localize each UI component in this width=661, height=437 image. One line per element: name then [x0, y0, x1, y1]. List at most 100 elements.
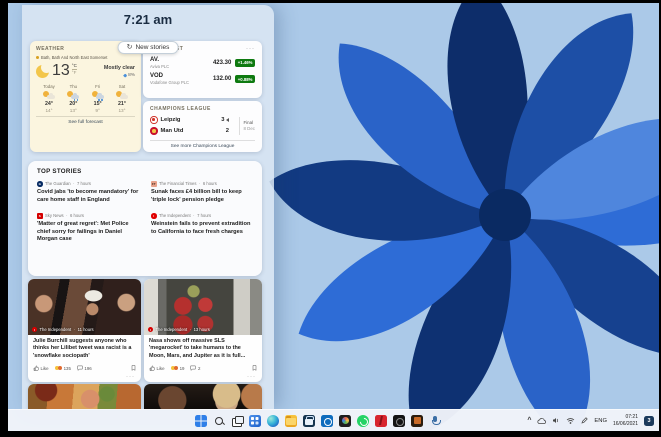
comment-bubble-icon	[77, 365, 83, 371]
current-temperature: 13	[52, 63, 70, 79]
refresh-icon: ↻	[127, 44, 133, 51]
unit-celsius[interactable]: °C	[72, 63, 77, 71]
volume-icon[interactable]	[552, 417, 560, 424]
story-source: The Financial Times	[159, 181, 196, 186]
new-stories-button[interactable]: ↻ New stories	[118, 41, 179, 54]
article-headline: Nasa shows off massive SLS 'megarocket' …	[144, 335, 262, 362]
news-card[interactable]: I The Independent · 11 hours Julie Burch…	[28, 279, 141, 382]
team-name: Man Utd	[161, 128, 184, 134]
bookmark-icon[interactable]	[252, 365, 257, 371]
independent-logo-icon: I	[32, 327, 37, 332]
forecast-row: Today 24° 14° Thu 20° 13° Fri 15° 9°	[36, 84, 135, 113]
team-score: 2	[226, 128, 229, 134]
article-image: I The Independent · 11 hours	[28, 279, 141, 335]
outlook-icon[interactable]	[321, 415, 333, 427]
like-button[interactable]: Like	[149, 365, 165, 371]
unit-fahrenheit[interactable]: °F	[72, 70, 77, 77]
story-item[interactable]: G The Guardian · 7 hours Covid jabs 'to …	[37, 181, 139, 204]
weather-location: Bath, Bath And North East Somerset	[41, 55, 107, 60]
onedrive-cloud-icon[interactable]	[537, 418, 546, 424]
news-card[interactable]: I The Independent · 13 hours Nasa shows …	[144, 279, 262, 382]
sports-title: CHAMPIONS LEAGUE	[150, 106, 255, 112]
system-tray: ^ ENG 07:21 16/06/2021 3	[527, 410, 654, 431]
news-card-partial[interactable]	[28, 384, 141, 409]
forecast-day[interactable]: Fri 15° 9°	[87, 84, 109, 113]
edge-browser-icon[interactable]	[267, 415, 279, 427]
forecast-day[interactable]: Thu 20° 13°	[62, 84, 84, 113]
clock-date[interactable]: 07:21 16/06/2021	[613, 414, 638, 428]
rain-drop-icon	[124, 73, 128, 77]
show-hidden-icons-chevron[interactable]: ^	[527, 417, 531, 424]
pen-icon[interactable]	[581, 417, 588, 424]
emoji-reactions-icon	[55, 366, 63, 371]
independent-logo-icon: I	[148, 327, 153, 332]
wifi-icon[interactable]	[566, 417, 575, 424]
emoji-reactions-icon	[171, 366, 179, 371]
news-card-partial[interactable]	[144, 384, 262, 409]
stock-name: Vodafone Group PLC	[150, 80, 189, 85]
winner-arrow-icon	[226, 118, 229, 122]
story-source: The Independent	[159, 213, 191, 218]
camera-app-icon[interactable]	[393, 415, 405, 427]
sun-showers-icon	[92, 91, 104, 100]
story-item[interactable]: S Sky News · 6 hours 'Matter of great re…	[37, 213, 139, 244]
taskbar: ^ ENG 07:21 16/06/2021 3	[8, 409, 659, 431]
stock-row[interactable]: VOD Vodafone Group PLC 132.00 +0.88%	[150, 73, 255, 85]
story-headline: Sunak faces £4 billion bill to keep 'tri…	[151, 189, 253, 204]
card-more-options-icon[interactable]: ···	[247, 375, 256, 380]
widgets-icon[interactable]	[249, 415, 261, 427]
forecast-day[interactable]: Today 24° 14°	[38, 84, 60, 113]
orange-app-icon[interactable]	[411, 415, 423, 427]
guardian-logo-icon: G	[37, 181, 43, 187]
sports-widget[interactable]: CHAMPIONS LEAGUE Leipzig 3 Man Utd 2 Fin…	[143, 101, 262, 152]
desktop: 7:21 am ↻ New stories WEATHER Bath, Bath…	[8, 3, 659, 431]
voice-typing-icon[interactable]	[429, 415, 441, 427]
leipzig-crest-icon	[150, 116, 158, 124]
file-explorer-icon[interactable]	[285, 415, 297, 427]
red-app-icon[interactable]	[375, 415, 387, 427]
stock-symbol: VOD	[150, 73, 189, 80]
match-status: Final	[244, 120, 255, 125]
story-time: 7 hours	[197, 213, 211, 218]
article-image: I The Independent · 13 hours	[144, 279, 262, 335]
comments-count[interactable]: 196	[77, 365, 92, 371]
notification-badge[interactable]: 3	[644, 416, 654, 426]
comments-count[interactable]: 2	[190, 365, 200, 371]
forecast-day[interactable]: Sat 21° 13°	[111, 84, 133, 113]
reactions-count[interactable]: 135	[55, 366, 71, 371]
story-time: 6 hours	[203, 181, 217, 186]
microsoft-store-icon[interactable]	[303, 415, 315, 427]
location-pin-icon	[36, 56, 39, 59]
article-source: The Independent	[156, 327, 188, 332]
panel-clock: 7:21 am	[22, 12, 274, 27]
language-indicator[interactable]: ENG	[594, 418, 607, 424]
team-score: 3	[221, 117, 224, 123]
stock-change-badge: +1.46%	[235, 59, 255, 67]
card-more-options-icon[interactable]: ···	[126, 375, 135, 380]
widgets-panel: 7:21 am ↻ New stories WEATHER Bath, Bath…	[22, 5, 274, 409]
photos-app-icon[interactable]	[339, 415, 351, 427]
story-item[interactable]: I The Independent · 7 hours Weinstein fa…	[151, 213, 253, 244]
comment-bubble-icon	[190, 365, 196, 371]
start-button[interactable]	[195, 415, 207, 427]
stock-row[interactable]: AV. Aviva PLC 423.30 +1.46%	[150, 57, 255, 69]
bookmark-icon[interactable]	[131, 365, 136, 371]
see-full-forecast-link[interactable]: See full forecast	[36, 116, 135, 125]
weather-widget[interactable]: WEATHER Bath, Bath And North East Somers…	[30, 41, 141, 152]
partly-sunny-icon	[43, 91, 55, 100]
tray-time: 07:21	[613, 414, 638, 421]
independent-logo-icon: I	[151, 213, 157, 219]
whatsapp-icon[interactable]	[357, 415, 369, 427]
article-headline: Julie Burchill suggests anyone who think…	[28, 335, 141, 362]
story-source: Sky News	[45, 213, 64, 218]
story-item[interactable]: FT The Financial Times · 6 hours Sunak f…	[151, 181, 253, 204]
more-options-icon[interactable]: ···	[246, 48, 255, 51]
see-more-champions-league-link[interactable]: See more Champions League	[150, 140, 255, 149]
like-button[interactable]: Like	[33, 365, 49, 371]
thumbs-up-icon	[33, 365, 39, 371]
story-time: 6 hours	[70, 213, 84, 218]
task-view-icon[interactable]	[231, 415, 243, 427]
search-icon[interactable]	[213, 415, 225, 427]
stock-price: 132.00	[213, 76, 231, 82]
reactions-count[interactable]: 19	[171, 366, 185, 371]
